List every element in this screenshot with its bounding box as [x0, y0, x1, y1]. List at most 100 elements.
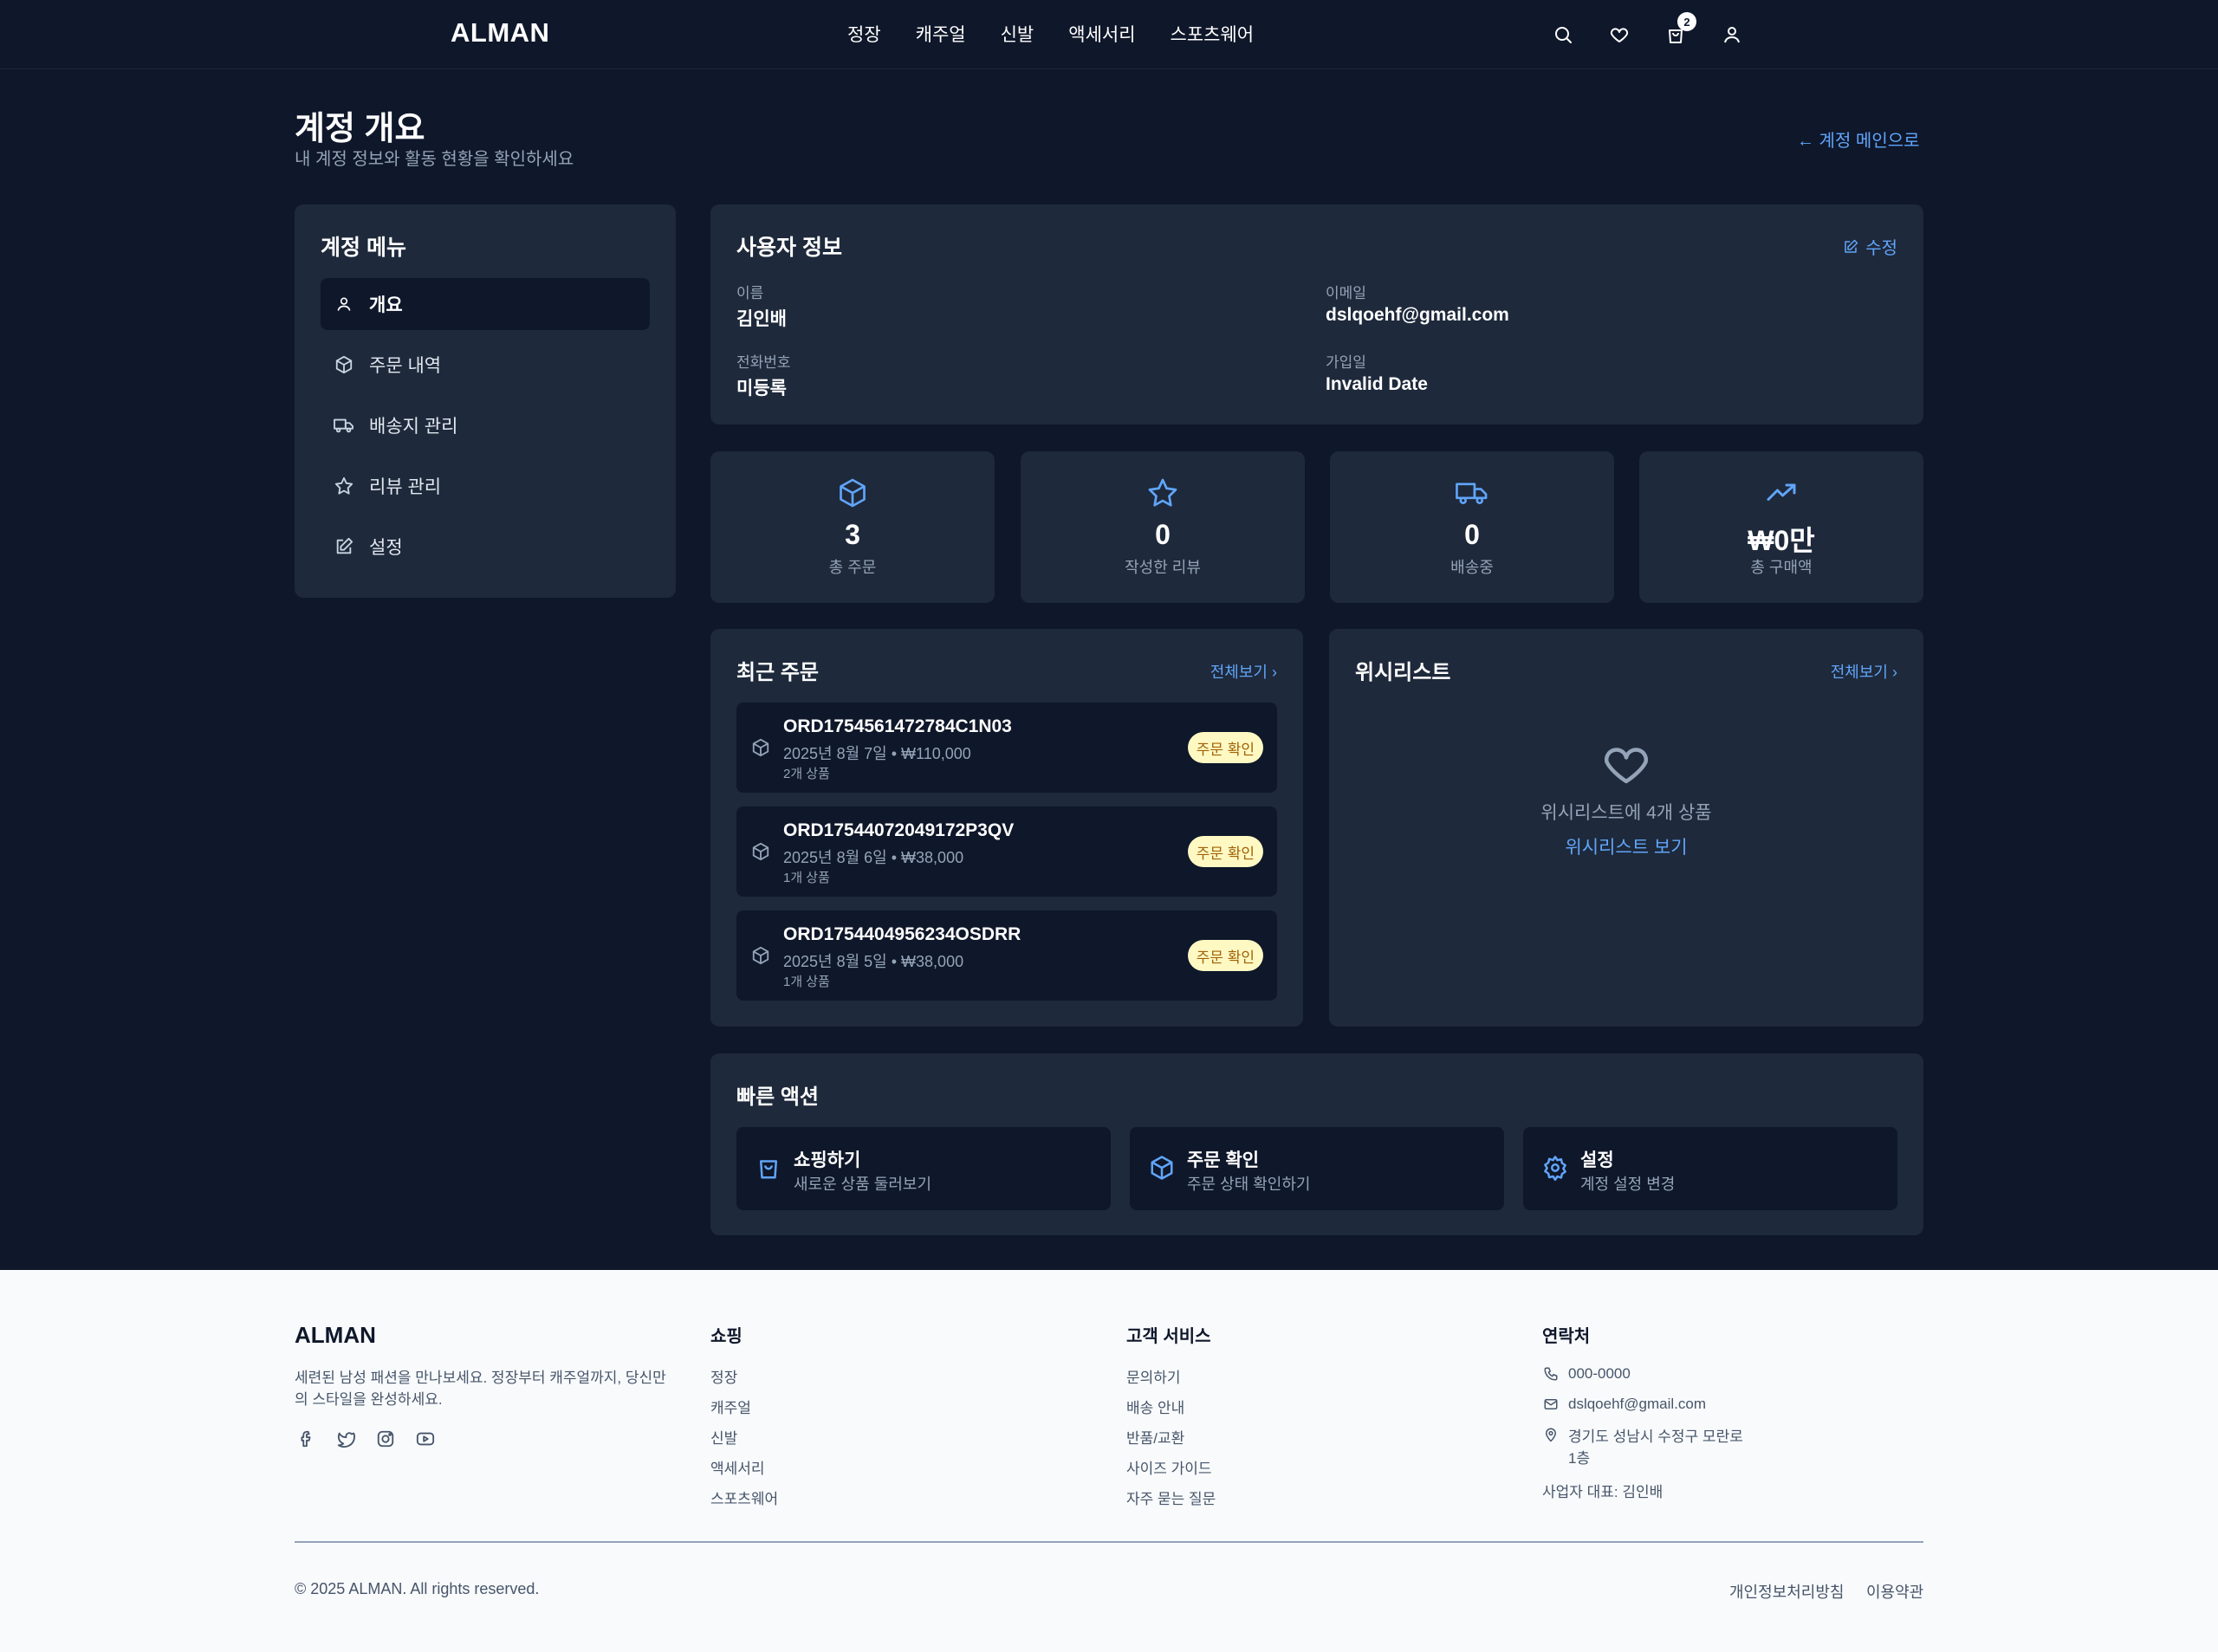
stat-value: 0	[1464, 519, 1480, 550]
top-header: ALMAN 정장 캐주얼 신발 액세서리 스포츠웨어 2	[0, 0, 2218, 69]
sidebar-item-addresses[interactable]: 배송지 관리	[321, 399, 650, 451]
nav-item-casual[interactable]: 캐주얼	[916, 21, 966, 47]
order-id: ORD17544072049172P3QV	[783, 820, 1015, 840]
cart-count-badge: 2	[1677, 12, 1696, 31]
logo[interactable]: ALMAN	[451, 17, 549, 49]
package-icon	[835, 476, 870, 510]
quick-action-orders[interactable]: 주문 확인 주문 상태 확인하기	[1130, 1127, 1504, 1210]
header-icons: 2	[1549, 12, 1746, 49]
footer-address-line2: 1층	[1568, 1450, 1591, 1467]
joined-value: Invalid Date	[1326, 374, 1428, 394]
twitter-icon[interactable]	[334, 1428, 357, 1450]
name-value: 김인배	[736, 309, 787, 329]
stat-label: 총 주문	[828, 559, 877, 576]
order-id: ORD1754561472784C1N03	[783, 716, 1012, 736]
user-info-title: 사용자 정보	[736, 236, 842, 260]
footer-address: 경기도 성남시 수정구 모란로 1층	[1542, 1426, 1743, 1469]
facebook-icon[interactable]	[295, 1428, 317, 1450]
footer-link[interactable]: 정장	[710, 1365, 737, 1387]
order-item-count: 2개 상품	[783, 767, 830, 781]
order-item[interactable]: ORD17544072049172P3QV 2025년 8월 6일 • ₩38,…	[736, 807, 1277, 897]
account-menu: 계정 메뉴 개요 주문 내역 배송지 관리 리뷰 관리 설정	[295, 204, 676, 598]
order-item[interactable]: ORD1754404956234OSDRR 2025년 8월 5일 • ₩38,…	[736, 910, 1277, 1001]
order-item-count: 1개 상품	[783, 975, 830, 989]
footer-link[interactable]: 사이즈 가이드	[1126, 1456, 1212, 1478]
footer-link[interactable]: 반품/교환	[1126, 1426, 1184, 1448]
sidebar-item-label: 개요	[369, 295, 403, 315]
footer-link[interactable]: 자주 묻는 질문	[1126, 1487, 1216, 1508]
search-icon[interactable]	[1549, 21, 1577, 49]
user-icon	[333, 293, 355, 315]
order-item[interactable]: ORD1754561472784C1N03 2025년 8월 7일 • ₩110…	[736, 703, 1277, 793]
view-wishlist-link[interactable]: 위시리스트 보기	[1329, 833, 1923, 859]
footer-phone-text: 000-0000	[1568, 1365, 1631, 1382]
quick-action-title: 쇼핑하기	[794, 1150, 861, 1170]
nav-item-sportswear[interactable]: 스포츠웨어	[1171, 21, 1255, 47]
sidebar-item-label: 배송지 관리	[369, 417, 458, 437]
wishlist-card: 위시리스트 전체보기 › 위시리스트에 4개 상품 위시리스트 보기	[1329, 629, 1923, 1027]
footer-link[interactable]: 신발	[710, 1426, 737, 1448]
sidebar-item-settings[interactable]: 설정	[321, 521, 650, 573]
account-menu-title: 계정 메뉴	[321, 236, 406, 260]
sidebar-item-overview[interactable]: 개요	[321, 278, 650, 330]
edit-profile-button[interactable]: 수정	[1843, 234, 1897, 259]
user-icon[interactable]	[1718, 21, 1746, 49]
copyright: © 2025 ALMAN. All rights reserved.	[295, 1580, 540, 1597]
footer-link[interactable]: 문의하기	[1126, 1365, 1181, 1387]
footer-contact-title: 연락처	[1542, 1327, 1591, 1346]
stat-label: 총 구매액	[1750, 559, 1813, 576]
heart-icon[interactable]	[1605, 21, 1633, 49]
sidebar-item-reviews[interactable]: 리뷰 관리	[321, 460, 650, 512]
nav-item-accessories[interactable]: 액세서리	[1068, 21, 1135, 47]
instagram-icon[interactable]	[374, 1428, 397, 1450]
shopping-bag-icon[interactable]: 2	[1662, 12, 1696, 49]
orders-see-all-link[interactable]: 전체보기 ›	[1210, 660, 1277, 683]
terms-link[interactable]: 이용약관	[1866, 1580, 1923, 1603]
sidebar-item-label: 리뷰 관리	[369, 477, 442, 497]
footer-shopping-title: 쇼핑	[710, 1327, 743, 1346]
footer-link[interactable]: 배송 안내	[1126, 1396, 1184, 1417]
edit-icon	[333, 535, 355, 558]
name-label: 이름	[736, 285, 764, 301]
stat-reviews: 0 작성한 리뷰	[1021, 451, 1305, 603]
footer-ceo: 사업자 대표: 김인배	[1542, 1484, 1664, 1500]
quick-action-subtitle: 새로운 상품 둘러보기	[794, 1176, 932, 1193]
youtube-icon[interactable]	[414, 1428, 437, 1450]
page-subtitle: 내 계정 정보와 활동 현황을 확인하세요	[295, 150, 574, 169]
stat-total-spent: ₩0만 총 구매액	[1639, 451, 1923, 603]
wishlist-count-text: 위시리스트에 4개 상품	[1540, 803, 1712, 823]
back-to-account-link[interactable]: ← 계정 메인으로	[1797, 126, 1920, 152]
star-icon	[1145, 476, 1180, 510]
recent-orders-title: 최근 주문	[736, 661, 819, 684]
star-icon	[333, 475, 355, 497]
footer-email: dslqoehf@gmail.com	[1542, 1396, 1706, 1413]
package-icon	[333, 353, 355, 376]
footer-link[interactable]: 캐주얼	[710, 1396, 751, 1417]
main-nav: 정장 캐주얼 신발 액세서리 스포츠웨어	[847, 21, 1254, 47]
heart-icon	[1599, 736, 1654, 792]
stat-label: 작성한 리뷰	[1125, 559, 1201, 576]
nav-item-suits[interactable]: 정장	[847, 21, 881, 47]
quick-action-settings[interactable]: 설정 계정 설정 변경	[1523, 1127, 1897, 1210]
quick-actions-card: 빠른 액션 쇼핑하기 새로운 상품 둘러보기 주문 확인 주문 상태 확인하기 …	[710, 1053, 1923, 1235]
footer-link[interactable]: 액세서리	[710, 1456, 765, 1478]
quick-action-subtitle: 계정 설정 변경	[1580, 1176, 1676, 1193]
nav-item-shoes[interactable]: 신발	[1001, 21, 1034, 47]
package-icon	[749, 735, 773, 760]
user-info-card: 사용자 정보 수정 이름 김인배 이메일 dslqoehf@gmail.com …	[710, 204, 1923, 424]
status-badge: 주문 확인	[1187, 836, 1263, 867]
sidebar-item-orders[interactable]: 주문 내역	[321, 339, 650, 391]
phone-label: 전화번호	[736, 354, 791, 371]
footer-link[interactable]: 스포츠웨어	[710, 1487, 778, 1508]
order-id: ORD1754404956234OSDRR	[783, 924, 1021, 944]
package-icon	[749, 943, 773, 968]
quick-action-shopping[interactable]: 쇼핑하기 새로운 상품 둘러보기	[736, 1127, 1111, 1210]
privacy-policy-link[interactable]: 개인정보처리방침	[1729, 1580, 1844, 1603]
footer-phone: 000-0000	[1542, 1365, 1631, 1383]
package-icon	[749, 839, 773, 864]
footer-email-text: dslqoehf@gmail.com	[1568, 1396, 1706, 1412]
wishlist-see-all-link[interactable]: 전체보기 ›	[1831, 660, 1897, 683]
stat-value: 3	[845, 519, 860, 550]
quick-action-title: 설정	[1580, 1150, 1614, 1170]
quick-actions-title: 빠른 액션	[736, 1085, 819, 1109]
